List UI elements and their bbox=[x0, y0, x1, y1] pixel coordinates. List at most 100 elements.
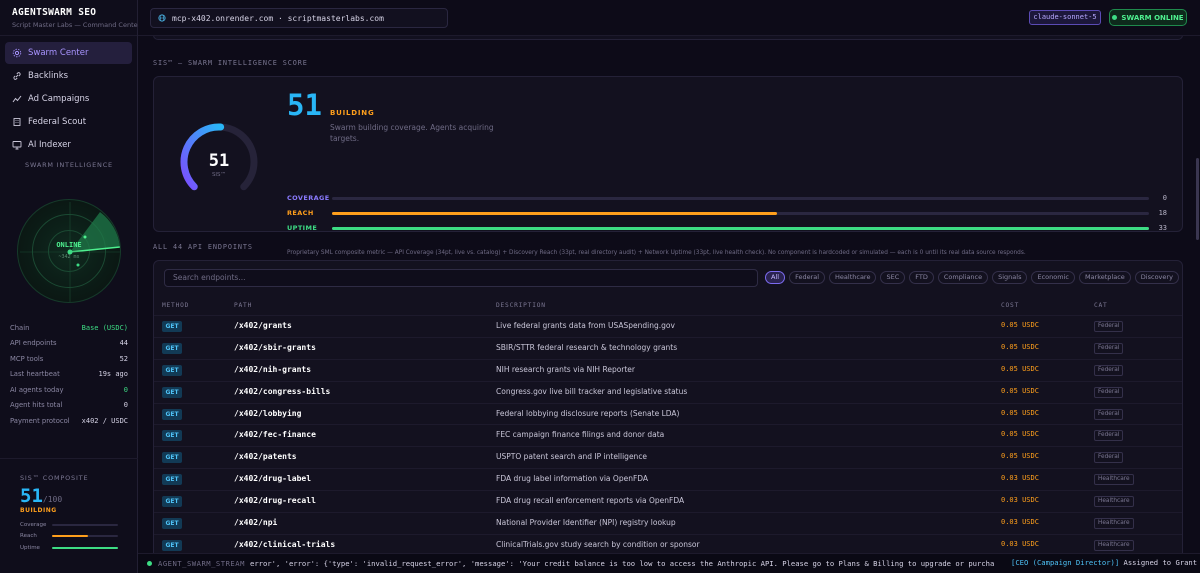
sidebar-item-backlinks[interactable]: Backlinks bbox=[5, 65, 132, 87]
sidebar-item-ad-campaigns[interactable]: Ad Campaigns bbox=[5, 88, 132, 110]
table-row[interactable]: GET/x402/npi National Provider Identifier… bbox=[154, 512, 1182, 534]
table-row[interactable]: GET/x402/drug-label FDA drug label inform… bbox=[154, 468, 1182, 490]
category-badge: Federal bbox=[1094, 452, 1124, 464]
composite-bar-label: Reach bbox=[20, 533, 37, 540]
globe-icon bbox=[158, 14, 166, 22]
stat-label: API endpoints bbox=[10, 339, 57, 348]
filter-chip-marketplace[interactable]: Marketplace bbox=[1078, 271, 1131, 284]
stat-value: 0 bbox=[123, 401, 128, 410]
endpoint-description: FDA drug label information via OpenFDA bbox=[496, 474, 649, 484]
table-row[interactable]: GET/x402/nih-grants NIH research grants v… bbox=[154, 358, 1182, 381]
table-row[interactable]: GET/x402/grants Live federal grants data … bbox=[154, 315, 1182, 337]
sidebar-item-ai-indexer[interactable]: AI Indexer bbox=[5, 134, 132, 156]
sis-bar-track bbox=[332, 196, 1149, 200]
sis-composite-panel: SIS™ COMPOSITE 51/100 BUILDING Coverage … bbox=[0, 458, 138, 573]
endpoint-search-input[interactable]: Search endpoints... bbox=[164, 269, 758, 287]
stat-value: 52 bbox=[119, 354, 128, 363]
table-row[interactable]: GET/x402/clinical-trials ClinicalTrials.g… bbox=[154, 533, 1182, 553]
table-row[interactable]: GET/x402/drug-recall FDA drug recall enfo… bbox=[154, 490, 1182, 512]
stat-row: API endpoints 44 bbox=[10, 336, 128, 352]
stream-message: error', 'error': {'type': 'invalid_reque… bbox=[250, 559, 995, 568]
table-row[interactable]: GET/x402/sbir-grants SBIR/STTR federal re… bbox=[154, 336, 1182, 359]
url-text: mcp-x402.onrender.com · scriptmasterlabs… bbox=[172, 13, 384, 23]
composite-bar-track bbox=[52, 535, 118, 538]
table-row[interactable]: GET/x402/fec-finance FEC campaign finance… bbox=[154, 424, 1182, 446]
link-icon bbox=[13, 72, 21, 80]
sidebar-item-label: Swarm Center bbox=[28, 48, 89, 58]
composite-title: SIS™ COMPOSITE bbox=[20, 474, 89, 482]
endpoint-description: Congress.gov live bill tracker and legis… bbox=[496, 386, 688, 396]
column-header-cost: COST bbox=[1001, 302, 1020, 309]
endpoint-cost: 0.05 USDC bbox=[1001, 386, 1039, 395]
gauge-score: 51 bbox=[209, 151, 229, 171]
sis-score: 51 bbox=[287, 88, 322, 122]
model-badge[interactable]: claude-sonnet-5 bbox=[1029, 10, 1101, 25]
filter-chip-healthcare[interactable]: Healthcare bbox=[829, 271, 877, 284]
page-scrollbar[interactable] bbox=[1196, 158, 1199, 240]
sidebar-stats: Chain Base (USDC) API endpoints 44 MCP too… bbox=[10, 320, 128, 429]
endpoint-path: /x402/congress-bills bbox=[234, 386, 331, 396]
stat-row: MCP tools 52 bbox=[10, 351, 128, 367]
sis-bar-label: REACH bbox=[287, 209, 314, 217]
endpoint-description: Federal lobbying disclosure reports (Sen… bbox=[496, 408, 680, 418]
sis-card: 51 SIS™ 51 BUILDING Swarm building cover… bbox=[153, 76, 1183, 256]
endpoint-description: FDA drug recall enforcement reports via … bbox=[496, 496, 685, 506]
stat-value: 19s ago bbox=[98, 370, 128, 379]
sidebar-item-swarm-center[interactable]: Swarm Center bbox=[5, 42, 132, 64]
endpoints-section-title: ALL 44 API ENDPOINTS bbox=[153, 243, 253, 251]
filter-chip-ftd[interactable]: FTD bbox=[909, 271, 934, 284]
column-header-cat: CAT bbox=[1094, 302, 1108, 309]
endpoint-path: /x402/lobbying bbox=[234, 408, 302, 418]
composite-bar-uptime: Uptime bbox=[20, 542, 118, 554]
filter-chip-sec[interactable]: SEC bbox=[880, 271, 906, 284]
chart-line-icon bbox=[12, 95, 22, 103]
radar-latency: ~342 ms bbox=[58, 254, 80, 260]
gauge-label: SIS™ bbox=[212, 171, 226, 178]
brand-title: AGENTSWARM SEO bbox=[12, 7, 97, 18]
main-content: SIS™ — SWARM INTELLIGENCE SCORE 51 SIS™ … bbox=[138, 36, 1200, 553]
category-badge: Healthcare bbox=[1094, 518, 1134, 530]
sis-status: BUILDING bbox=[330, 109, 375, 117]
table-row[interactable]: GET/x402/congress-bills Congress.gov live… bbox=[154, 380, 1182, 403]
swarm-intelligence-title: SWARM INTELLIGENCE bbox=[25, 161, 113, 169]
endpoint-description: NIH research grants via NIH Reporter bbox=[496, 364, 636, 374]
table-row[interactable]: GET/x402/lobbying Federal lobbying disclo… bbox=[154, 402, 1182, 425]
column-header-path: PATH bbox=[234, 302, 253, 309]
filter-chip-federal[interactable]: Federal bbox=[789, 271, 826, 284]
swarm-online-label: SWARM ONLINE bbox=[1121, 13, 1184, 22]
category-badge: Federal bbox=[1094, 386, 1124, 398]
stat-row: Chain Base (USDC) bbox=[10, 320, 128, 336]
endpoint-cost: 0.05 USDC bbox=[1001, 452, 1039, 461]
stream-label: AGENT_SWARM_STREAM bbox=[158, 559, 245, 568]
sis-bar-track bbox=[332, 226, 1149, 230]
monitor-icon bbox=[12, 141, 22, 150]
method-badge: GET bbox=[162, 430, 182, 442]
endpoint-description: Live federal grants data from USASpendin… bbox=[496, 321, 675, 330]
composite-bar-label: Coverage bbox=[20, 521, 47, 528]
filter-chip-economic[interactable]: Economic bbox=[1031, 271, 1075, 284]
agent-stream-bar: AGENT_SWARM_STREAM error', 'error': {'ty… bbox=[138, 553, 1200, 573]
category-badge: Federal bbox=[1094, 430, 1124, 442]
topbar: mcp-x402.onrender.com · scriptmasterlabs… bbox=[138, 0, 1200, 36]
category-badge: Federal bbox=[1094, 408, 1124, 420]
endpoint-cost: 0.05 USDC bbox=[1001, 364, 1039, 373]
stat-value: 0 bbox=[123, 385, 128, 394]
stat-value: x402 / USDC bbox=[81, 416, 128, 425]
filter-chip-discovery[interactable]: Discovery bbox=[1134, 271, 1179, 284]
filter-chip-compliance[interactable]: Compliance bbox=[937, 271, 989, 284]
method-badge: GET bbox=[162, 321, 182, 332]
category-badge: Federal bbox=[1094, 321, 1124, 332]
stream-status-dot-icon bbox=[147, 561, 152, 566]
url-bar[interactable]: mcp-x402.onrender.com · scriptmasterlabs… bbox=[150, 8, 448, 28]
endpoint-cost: 0.03 USDC bbox=[1001, 496, 1039, 505]
endpoint-cost: 0.05 USDC bbox=[1001, 408, 1039, 417]
filter-chip-signals[interactable]: Signals bbox=[992, 271, 1028, 284]
table-row[interactable]: GET/x402/patents USPTO patent search and … bbox=[154, 446, 1182, 468]
filter-chip-all[interactable]: All bbox=[765, 271, 786, 284]
sis-bar-coverage: COVERAGE 0 bbox=[287, 193, 1167, 203]
stat-value: Base (USDC) bbox=[81, 323, 128, 332]
sidebar-item-federal-scout[interactable]: Federal Scout bbox=[5, 111, 132, 133]
endpoints-card: Search endpoints... All Federal Healthcare… bbox=[153, 260, 1183, 553]
method-badge: GET bbox=[162, 518, 182, 530]
category-badge: Federal bbox=[1094, 364, 1124, 376]
